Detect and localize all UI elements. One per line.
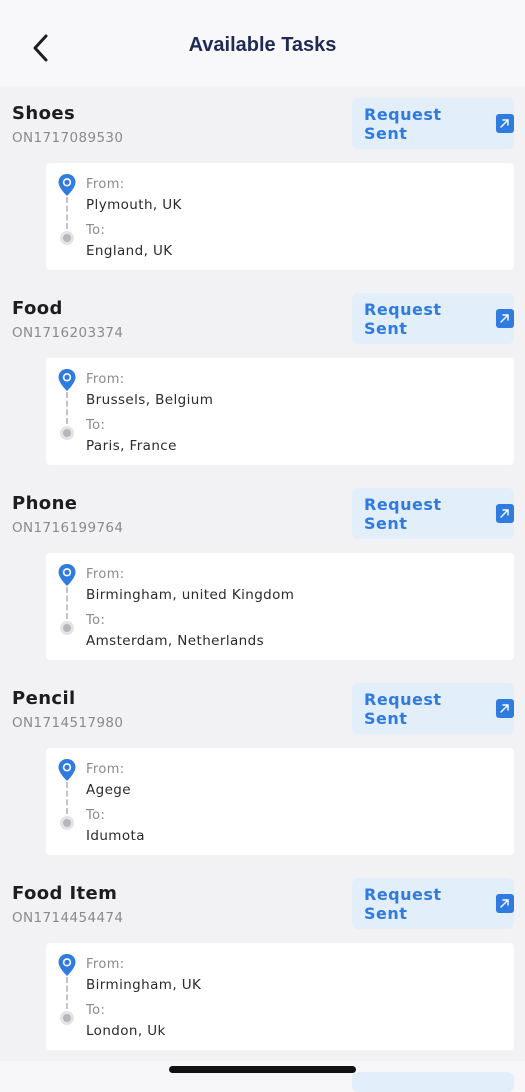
- next-task-button-partial[interactable]: [352, 1072, 514, 1092]
- task-id: ON1717089530: [12, 130, 124, 146]
- task-card: Food ON1716203374 Request Sent From: Bru…: [0, 281, 525, 476]
- request-sent-button[interactable]: Request Sent: [352, 683, 514, 734]
- request-sent-button[interactable]: Request Sent: [352, 878, 514, 929]
- task-card: Phone ON1716199764 Request Sent From: Bi…: [0, 476, 525, 671]
- from-value: Birmingham, united Kingdom: [86, 587, 295, 603]
- location-pin-icon: [58, 954, 76, 976]
- route-connector: [66, 782, 68, 814]
- external-link-icon: [495, 504, 514, 523]
- to-label: To:: [86, 808, 106, 823]
- request-sent-button[interactable]: Request Sent: [352, 98, 514, 149]
- request-sent-button[interactable]: Request Sent: [352, 488, 514, 539]
- to-label: To:: [86, 1003, 106, 1018]
- task-list: Shoes ON1717089530 Request Sent From: Pl…: [0, 86, 525, 1061]
- from-value: Birmingham, UK: [86, 977, 202, 993]
- location-pin-icon: [58, 174, 76, 196]
- location-pin-icon: [58, 564, 76, 586]
- route-card: From: Agege To: Idumota: [46, 748, 514, 855]
- task-name: Food Item: [12, 883, 118, 904]
- route-card: From: Birmingham, UK To: London, Uk: [46, 943, 514, 1050]
- to-value: England, UK: [86, 243, 173, 259]
- from-label: From:: [86, 957, 125, 972]
- route-card: From: Brussels, Belgium To: Paris, Franc…: [46, 358, 514, 465]
- from-value: Plymouth, UK: [86, 197, 182, 213]
- task-name: Food: [12, 298, 63, 319]
- external-link-icon: [495, 699, 514, 718]
- task-name: Pencil: [12, 688, 76, 709]
- to-value: Paris, France: [86, 438, 177, 454]
- destination-dot-icon: [60, 1011, 74, 1025]
- route-card: From: Plymouth, UK To: England, UK: [46, 163, 514, 270]
- route-connector: [66, 587, 68, 619]
- task-card: Shoes ON1717089530 Request Sent From: Pl…: [0, 86, 525, 281]
- to-value: London, Uk: [86, 1023, 166, 1039]
- external-link-icon: [495, 894, 514, 913]
- to-label: To:: [86, 223, 106, 238]
- from-value: Agege: [86, 782, 131, 798]
- task-name: Shoes: [12, 103, 76, 124]
- task-name: Phone: [12, 493, 78, 514]
- task-card: Food Item ON1714454474 Request Sent From…: [0, 866, 525, 1061]
- to-label: To:: [86, 613, 106, 628]
- task-card: Pencil ON1714517980 Request Sent From: A…: [0, 671, 525, 866]
- request-sent-label: Request Sent: [364, 299, 442, 338]
- route-connector: [66, 197, 68, 229]
- request-sent-label: Request Sent: [364, 494, 442, 533]
- home-indicator: [169, 1066, 356, 1073]
- request-sent-button[interactable]: Request Sent: [352, 293, 514, 344]
- request-sent-label: Request Sent: [364, 689, 442, 728]
- location-pin-icon: [58, 759, 76, 781]
- destination-dot-icon: [60, 231, 74, 245]
- to-value: Amsterdam, Netherlands: [86, 633, 264, 649]
- route-card: From: Birmingham, united Kingdom To: Ams…: [46, 553, 514, 660]
- request-sent-label: Request Sent: [364, 104, 442, 143]
- task-id: ON1716199764: [12, 520, 124, 536]
- to-value: Idumota: [86, 828, 145, 844]
- from-label: From:: [86, 177, 125, 192]
- header: Available Tasks: [0, 0, 525, 86]
- task-id: ON1714517980: [12, 715, 124, 731]
- destination-dot-icon: [60, 816, 74, 830]
- route-connector: [66, 392, 68, 424]
- from-label: From:: [86, 762, 125, 777]
- external-link-icon: [495, 309, 514, 328]
- from-label: From:: [86, 567, 125, 582]
- location-pin-icon: [58, 369, 76, 391]
- external-link-icon: [495, 114, 514, 133]
- destination-dot-icon: [60, 426, 74, 440]
- page-title: Available Tasks: [188, 34, 337, 56]
- task-id: ON1716203374: [12, 325, 124, 341]
- to-label: To:: [86, 418, 106, 433]
- request-sent-label: Request Sent: [364, 884, 442, 923]
- route-connector: [66, 977, 68, 1009]
- destination-dot-icon: [60, 621, 74, 635]
- task-id: ON1714454474: [12, 910, 124, 926]
- from-label: From:: [86, 372, 125, 387]
- from-value: Brussels, Belgium: [86, 392, 214, 408]
